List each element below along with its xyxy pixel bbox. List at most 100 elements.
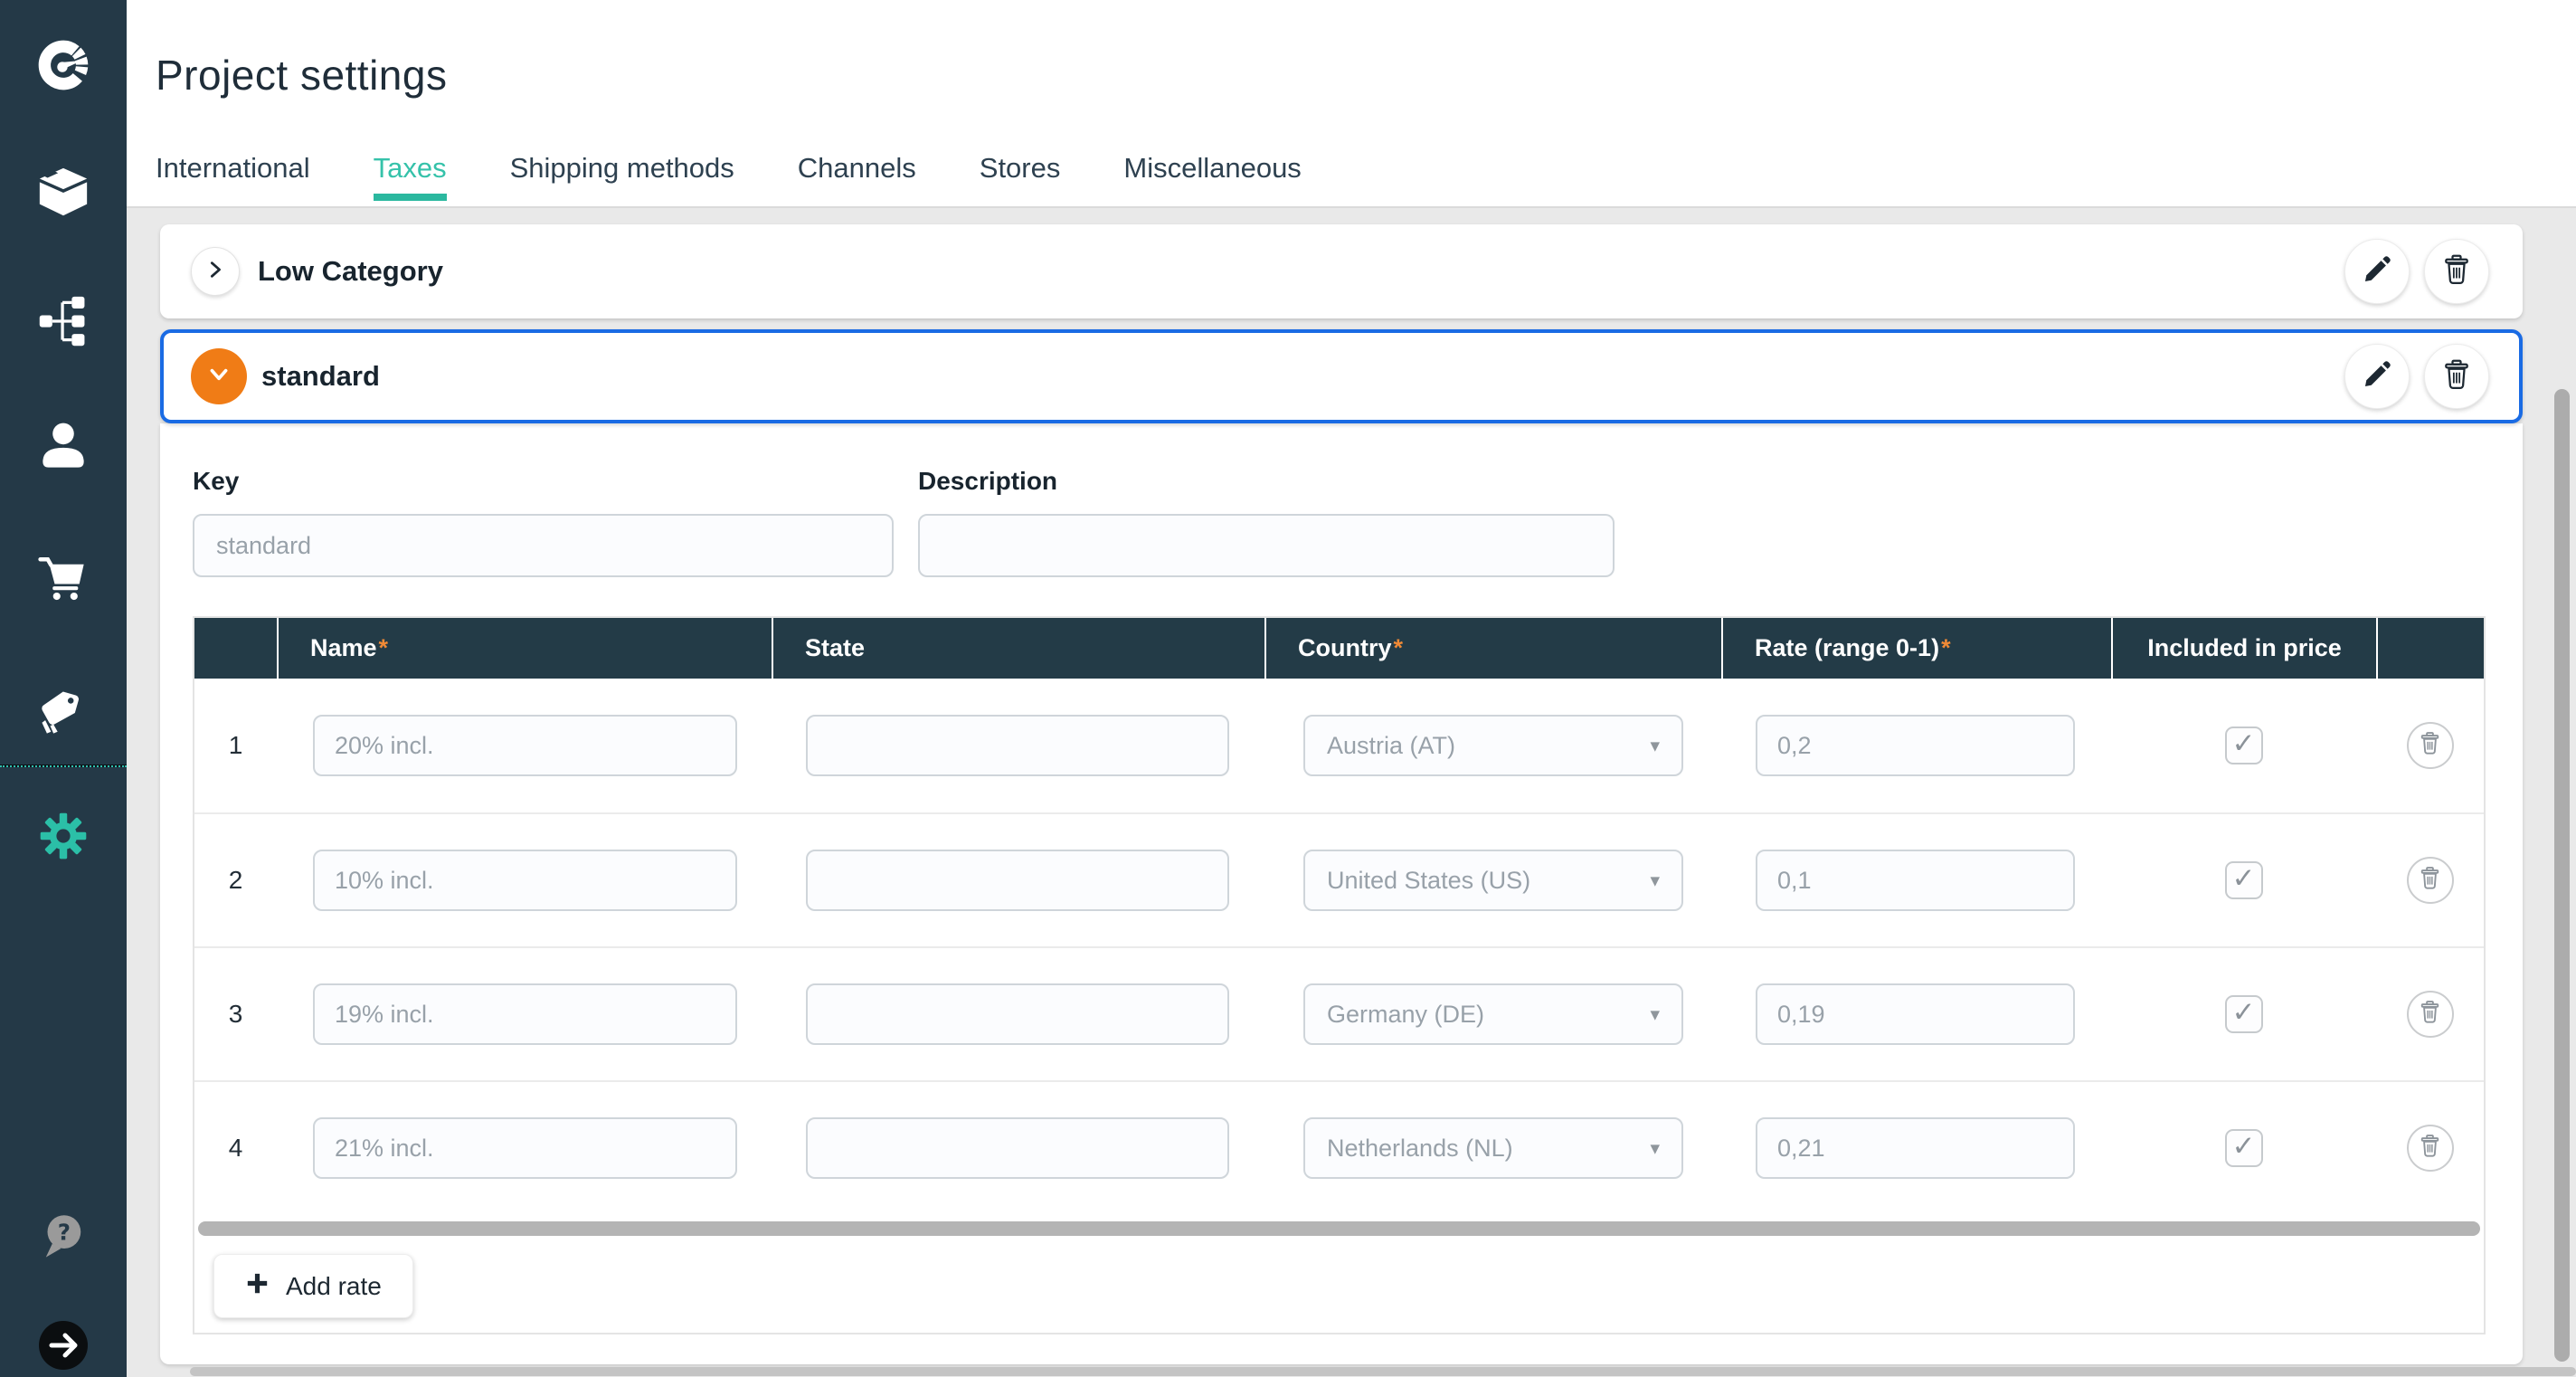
dropdown-arrow-icon: ▾: [1650, 869, 1660, 891]
header-state: State: [772, 618, 1264, 679]
row-index: 2: [194, 814, 277, 946]
delete-category-button[interactable]: [2424, 239, 2489, 304]
plus-icon: [245, 1271, 270, 1302]
state-input[interactable]: [806, 850, 1229, 911]
sidebar: ?: [0, 0, 127, 1377]
trash-icon: [2418, 866, 2442, 895]
rate-input[interactable]: [1756, 983, 2075, 1045]
expand-button[interactable]: [191, 247, 240, 296]
check-icon: ✓: [2232, 727, 2256, 760]
name-input[interactable]: [313, 850, 737, 911]
key-label: Key: [193, 467, 239, 496]
dropdown-arrow-icon: ▾: [1650, 1003, 1660, 1025]
rate-input[interactable]: [1756, 850, 2075, 911]
chevron-down-icon: [207, 363, 231, 391]
header-included: Included in price: [2111, 618, 2376, 679]
delete-rate-button[interactable]: [2407, 722, 2454, 769]
page-title: Project settings: [156, 51, 447, 100]
tab-shipping-methods[interactable]: Shipping methods: [510, 152, 734, 206]
chevron-right-icon: [205, 260, 225, 284]
sidebar-divider: [0, 764, 127, 767]
key-input[interactable]: [193, 514, 894, 577]
user-icon[interactable]: [0, 417, 127, 475]
trash-icon: [2440, 253, 2473, 290]
included-in-price-checkbox[interactable]: ✓: [2225, 1129, 2263, 1167]
delete-category-button[interactable]: [2424, 344, 2489, 409]
header-rate: Rate (range 0-1)*: [1721, 618, 2111, 679]
row-index: 3: [194, 948, 277, 1080]
cart-icon[interactable]: [0, 550, 127, 608]
help-icon[interactable]: ?: [0, 1211, 127, 1261]
delete-rate-button[interactable]: [2407, 991, 2454, 1038]
collapse-button[interactable]: [191, 348, 247, 404]
header-name: Name*: [277, 618, 772, 679]
description-label: Description: [918, 467, 1057, 496]
description-input[interactable]: [918, 514, 1615, 577]
tax-category-panel-expanded: standard: [160, 329, 2523, 423]
header-country: Country*: [1264, 618, 1721, 679]
tab-miscellaneous[interactable]: Miscellaneous: [1123, 152, 1301, 206]
row-index: 4: [194, 1082, 277, 1214]
trash-icon: [2418, 731, 2442, 760]
state-input[interactable]: [806, 715, 1229, 776]
included-in-price-checkbox[interactable]: ✓: [2225, 995, 2263, 1033]
country-select[interactable]: Germany (DE) ▾: [1303, 983, 1683, 1045]
required-asterisk: *: [1941, 634, 1951, 662]
collapse-arrow-icon[interactable]: [0, 1316, 127, 1374]
edit-category-button[interactable]: [2344, 239, 2410, 304]
country-select[interactable]: Austria (AT) ▾: [1303, 715, 1683, 776]
header-index: [194, 618, 277, 679]
name-input[interactable]: [313, 715, 737, 776]
vertical-scrollbar[interactable]: [2554, 389, 2570, 1362]
tax-rates-table: Name* State Country* Rate (range 0-1)* I…: [193, 616, 2486, 1334]
state-input[interactable]: [806, 983, 1229, 1045]
trash-icon: [2418, 1134, 2442, 1163]
panel-title: standard: [261, 360, 380, 393]
package-icon[interactable]: [0, 164, 127, 222]
tax-rate-row: 2 United States (US) ▾ ✓: [194, 812, 2484, 946]
included-in-price-checkbox[interactable]: ✓: [2225, 861, 2263, 899]
pencil-icon: [2361, 253, 2393, 290]
tax-rate-row: 3 Germany (DE) ▾ ✓: [194, 946, 2484, 1080]
tax-category-panel-body: Key Description Name* State Country* Rat…: [160, 423, 2523, 1364]
row-index: 1: [194, 679, 277, 812]
country-select[interactable]: Netherlands (NL) ▾: [1303, 1117, 1683, 1179]
name-input[interactable]: [313, 983, 737, 1045]
edit-category-button[interactable]: [2344, 344, 2410, 409]
tab-bar: International Taxes Shipping methods Cha…: [156, 152, 1302, 206]
table-horizontal-scrollbar[interactable]: [198, 1221, 2480, 1236]
delete-rate-button[interactable]: [2407, 857, 2454, 904]
check-icon: ✓: [2232, 996, 2256, 1029]
dropdown-arrow-icon: ▾: [1650, 735, 1660, 756]
trash-icon: [2440, 358, 2473, 395]
trash-icon: [2418, 1000, 2442, 1029]
tab-taxes[interactable]: Taxes: [374, 152, 447, 206]
logo-gauge-icon[interactable]: [0, 35, 127, 95]
tags-icon[interactable]: [0, 683, 127, 741]
check-icon: ✓: [2232, 1130, 2256, 1163]
tab-stores[interactable]: Stores: [980, 152, 1061, 206]
tab-international[interactable]: International: [156, 152, 310, 206]
header-actions: [2376, 618, 2484, 679]
rate-input[interactable]: [1756, 1117, 2075, 1179]
included-in-price-checkbox[interactable]: ✓: [2225, 726, 2263, 764]
settings-gear-icon[interactable]: [0, 811, 127, 861]
page-header: Project settings International Taxes Shi…: [127, 0, 2576, 208]
tax-rate-row: 4 Netherlands (NL) ▾ ✓: [194, 1080, 2484, 1214]
state-input[interactable]: [806, 1117, 1229, 1179]
active-tab-underline: [374, 194, 447, 201]
add-rate-button[interactable]: Add rate: [213, 1254, 413, 1318]
delete-rate-button[interactable]: [2407, 1125, 2454, 1172]
tax-rate-row: 1 Austria (AT) ▾ ✓: [194, 679, 2484, 812]
horizontal-scrollbar[interactable]: [190, 1367, 2576, 1376]
name-input[interactable]: [313, 1117, 737, 1179]
svg-text:?: ?: [58, 1219, 71, 1245]
table-header-row: Name* State Country* Rate (range 0-1)* I…: [194, 618, 2484, 679]
tax-category-panel-collapsed: Low Category: [160, 224, 2523, 318]
required-asterisk: *: [379, 634, 389, 662]
country-select[interactable]: United States (US) ▾: [1303, 850, 1683, 911]
pencil-icon: [2361, 358, 2393, 395]
rate-input[interactable]: [1756, 715, 2075, 776]
tab-channels[interactable]: Channels: [798, 152, 916, 206]
sitemap-icon[interactable]: [0, 292, 127, 350]
